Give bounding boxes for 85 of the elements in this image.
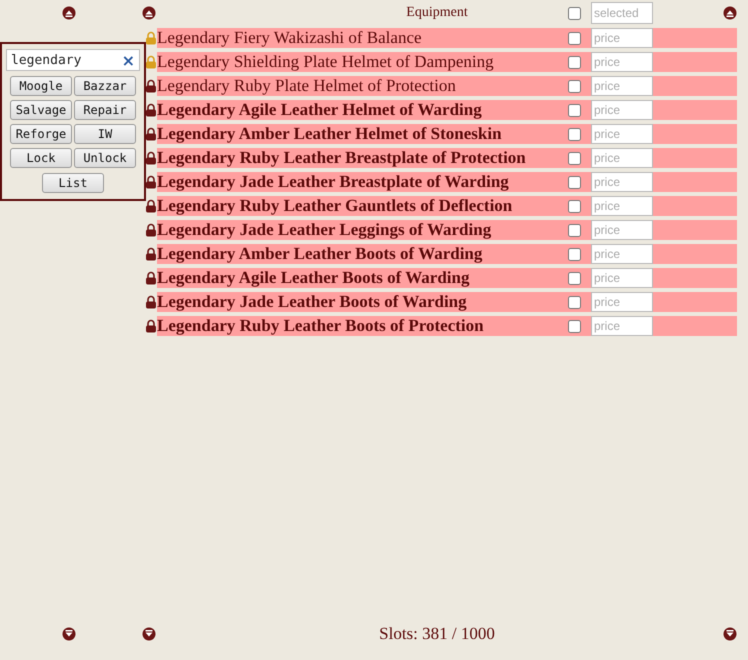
item-name: Legendary Jade Leather Leggings of Warding <box>157 221 492 239</box>
checkbox[interactable] <box>568 200 580 212</box>
item-name: Legendary Shielding Plate Helmet of Dampening <box>157 53 494 71</box>
slots-count: Slots: 381 / 1000 <box>378 624 496 644</box>
item-name: Legendary Agile Leather Boots of Warding <box>157 269 470 287</box>
lock-icon[interactable] <box>145 319 157 333</box>
price-field[interactable]: price <box>591 316 653 336</box>
item-name: Legendary Agile Leather Helmet of Warding <box>157 101 482 119</box>
checkbox[interactable] <box>568 272 580 284</box>
item-name: Legendary Jade Leather Boots of Warding <box>157 293 467 311</box>
action-button[interactable]: Salvage <box>10 100 72 120</box>
list-button[interactable]: List <box>42 173 104 193</box>
lock-icon[interactable] <box>145 55 157 69</box>
item-row[interactable]: Legendary Agile Leather Boots of Warding price <box>157 268 737 288</box>
price-field[interactable]: price <box>591 172 653 192</box>
checkbox[interactable] <box>568 104 580 116</box>
lock-icon[interactable] <box>145 103 157 117</box>
checkbox[interactable] <box>568 176 580 188</box>
price-field[interactable]: price <box>591 292 653 312</box>
item-name: Legendary Fiery Wakizashi of Balance <box>157 29 422 47</box>
item-name: Legendary Ruby Plate Helmet of Protection <box>157 77 456 95</box>
clear-button[interactable]: × <box>122 50 135 70</box>
scroll-down-icon[interactable] <box>62 627 76 641</box>
checkbox[interactable] <box>568 296 580 308</box>
checkbox[interactable] <box>568 56 580 68</box>
item-name: Legendary Ruby Leather Boots of Protection <box>157 317 484 335</box>
checkbox[interactable] <box>568 80 580 92</box>
lock-icon[interactable] <box>145 271 157 285</box>
item-row[interactable]: Legendary Ruby Leather Breastplate of Protection price <box>157 148 737 168</box>
item-row[interactable]: Legendary Ruby Plate Helmet of Protection price <box>157 76 737 96</box>
item-row[interactable]: Legendary Ruby Leather Boots of Protection price <box>157 316 737 336</box>
checkbox[interactable] <box>568 248 580 260</box>
scroll-down-icon[interactable] <box>142 627 156 641</box>
action-button[interactable]: IW <box>74 124 136 144</box>
item-row[interactable]: Legendary Fiery Wakizashi of Balance price <box>157 28 737 48</box>
action-button[interactable]: Moogle <box>10 76 72 96</box>
price-field[interactable]: price <box>591 196 653 216</box>
lock-icon[interactable] <box>145 175 157 189</box>
scroll-up-icon[interactable] <box>62 6 76 20</box>
checkbox[interactable] <box>568 128 580 140</box>
scroll-up-icon[interactable] <box>723 6 737 20</box>
item-row[interactable]: Legendary Jade Leather Leggings of Warding price <box>157 220 737 240</box>
item-row[interactable]: Legendary Amber Leather Boots of Warding price <box>157 244 737 264</box>
action-button[interactable]: Bazzar <box>74 76 136 96</box>
checkbox[interactable] <box>568 6 580 20</box>
item-name: Legendary Jade Leather Breastplate of Warding <box>157 173 509 191</box>
price-field[interactable]: price <box>591 76 653 96</box>
lock-icon[interactable] <box>145 199 157 213</box>
action-button[interactable]: Lock <box>10 148 72 168</box>
price-field[interactable]: price <box>591 244 653 264</box>
item-name: Legendary Ruby Leather Breastplate of Protection <box>157 149 526 167</box>
item-row[interactable]: Legendary Amber Leather Helmet of Stoneskin price <box>157 124 737 144</box>
item-row[interactable]: Legendary Shielding Plate Helmet of Dampening price <box>157 52 737 72</box>
item-row[interactable]: Legendary Jade Leather Breastplate of Warding price <box>157 172 737 192</box>
price-field[interactable]: price <box>591 268 653 288</box>
scroll-up-icon[interactable] <box>142 6 156 20</box>
price-field[interactable]: price <box>591 100 653 120</box>
checkbox[interactable] <box>568 224 580 236</box>
lock-icon[interactable] <box>145 127 157 141</box>
lock-icon[interactable] <box>145 247 157 261</box>
lock-icon[interactable] <box>145 295 157 309</box>
lock-icon[interactable] <box>145 223 157 237</box>
item-name: Legendary Amber Leather Boots of Warding <box>157 245 482 263</box>
item-row[interactable]: Legendary Jade Leather Boots of Warding price <box>157 292 737 312</box>
price-field[interactable]: price <box>591 124 653 144</box>
price-field[interactable]: price <box>591 28 653 48</box>
scroll-down-icon[interactable] <box>723 627 737 641</box>
price-field[interactable]: price <box>591 148 653 168</box>
lock-icon[interactable] <box>145 151 157 165</box>
action-button[interactable]: Reforge <box>10 124 72 144</box>
price-field[interactable]: price <box>591 52 653 72</box>
search-field[interactable]: legendary × <box>6 49 140 71</box>
item-row[interactable]: Legendary Agile Leather Helmet of Warding price <box>157 100 737 120</box>
header-title: Equipment <box>405 5 469 21</box>
checkbox[interactable] <box>568 32 580 44</box>
price-field[interactable]: price <box>591 220 653 240</box>
item-name: Legendary Amber Leather Helmet of Stoneskin <box>157 125 502 143</box>
lock-icon[interactable] <box>145 79 157 93</box>
item-row[interactable]: Legendary Ruby Leather Gauntlets of Deflection price <box>157 196 737 216</box>
action-button[interactable]: Repair <box>74 100 136 120</box>
checkbox[interactable] <box>568 320 580 332</box>
item-name: Legendary Ruby Leather Gauntlets of Deflection <box>157 197 512 215</box>
action-button[interactable]: Unlock <box>74 148 136 168</box>
selected-field[interactable]: selected <box>591 2 653 24</box>
checkbox[interactable] <box>568 152 580 164</box>
